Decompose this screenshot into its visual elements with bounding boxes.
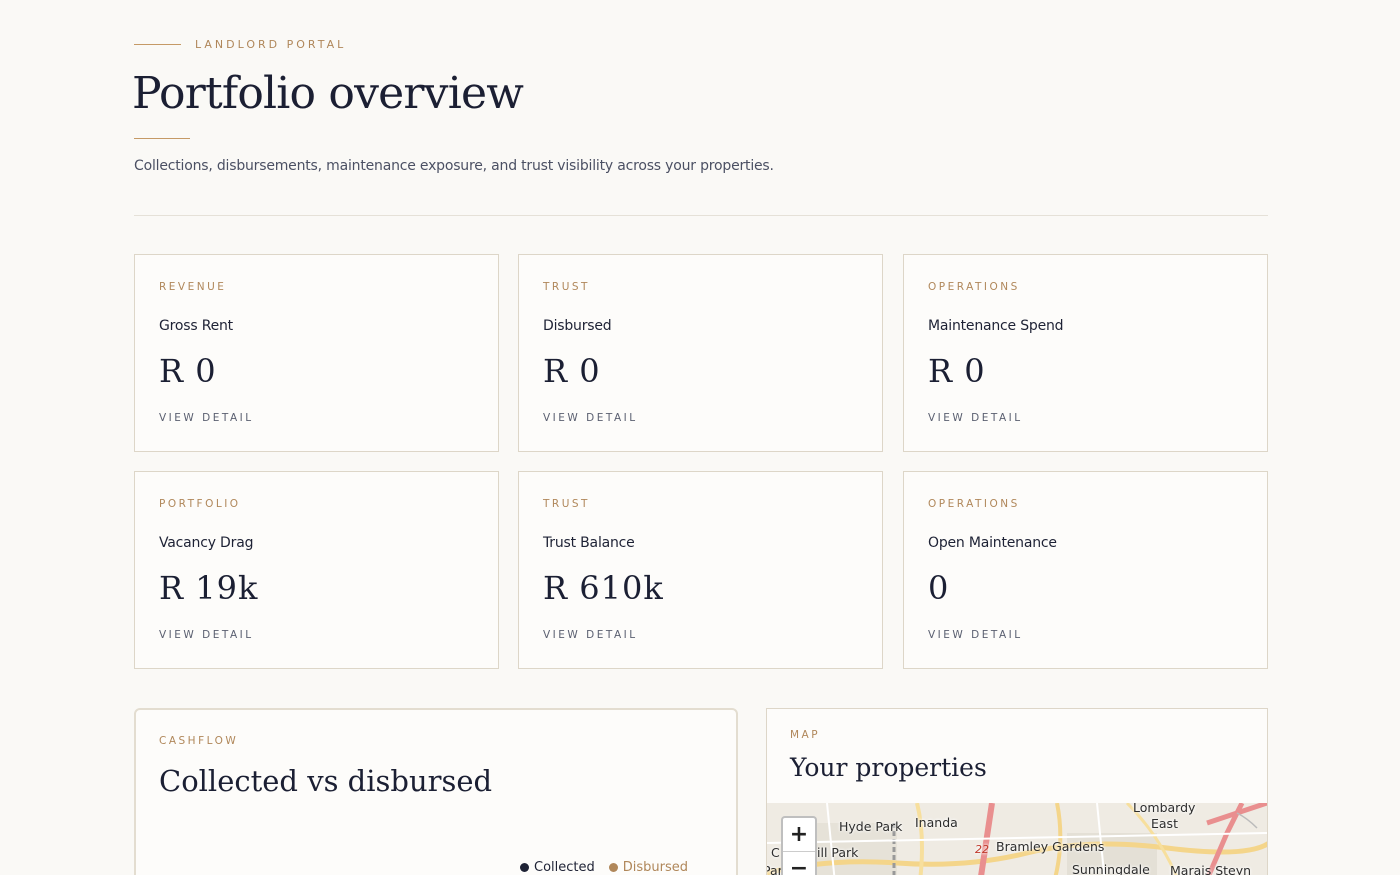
card-category: PORTFOLIO <box>159 498 241 510</box>
legend-item-disbursed[interactable]: Disbursed <box>608 860 689 875</box>
map-label-marais-steyn: Marais Steyn <box>1170 863 1252 875</box>
panel-category: CASHFLOW <box>159 735 239 747</box>
card-category: OPERATIONS <box>928 281 1020 293</box>
panel-category: MAP <box>790 729 821 741</box>
kpi-card-open-maintenance[interactable]: OPERATIONS Open Maintenance 0 VIEW DETAI… <box>903 471 1268 669</box>
map-road-number: 22 <box>975 843 989 856</box>
card-value: 0 <box>928 569 950 607</box>
view-detail-link[interactable]: VIEW DETAIL <box>159 629 254 641</box>
card-value: R 0 <box>928 352 986 390</box>
eyebrow-rule <box>134 44 181 45</box>
view-detail-link[interactable]: VIEW DETAIL <box>159 412 254 424</box>
header-divider <box>134 215 1268 216</box>
map-label-sunningdale: Sunningdale <box>1072 862 1150 875</box>
card-label: Maintenance Spend <box>928 318 1064 334</box>
map-label-ill-park: ill Park <box>817 845 859 860</box>
legend-swatch-disbursed <box>608 863 618 872</box>
cashflow-panel: CASHFLOW Collected vs disbursed Collecte… <box>134 708 738 875</box>
legend-swatch-collected <box>520 863 529 872</box>
properties-map[interactable]: Hyde Park Inanda Lombardy East Bramley G… <box>767 803 1267 875</box>
view-detail-link[interactable]: VIEW DETAIL <box>928 412 1023 424</box>
kpi-card-gross-rent[interactable]: REVENUE Gross Rent R 0 VIEW DETAIL <box>134 254 499 452</box>
card-category: TRUST <box>543 281 590 293</box>
card-label: Gross Rent <box>159 318 233 334</box>
card-value: R 19k <box>159 569 259 607</box>
card-label: Disbursed <box>543 318 612 334</box>
map-label-lombardy: Lombardy <box>1133 803 1196 815</box>
card-value: R 0 <box>543 352 601 390</box>
map-title: Your properties <box>790 753 987 782</box>
card-category: REVENUE <box>159 281 227 293</box>
map-label-east: East <box>1151 816 1178 831</box>
kpi-card-vacancy-drag[interactable]: PORTFOLIO Vacancy Drag R 19k VIEW DETAIL <box>134 471 499 669</box>
card-label: Open Maintenance <box>928 535 1057 551</box>
portal-eyebrow: LANDLORD PORTAL <box>134 38 346 51</box>
title-underline <box>134 138 190 139</box>
card-category: TRUST <box>543 498 590 510</box>
landlord-dashboard: LANDLORD PORTAL Portfolio overview Colle… <box>0 0 1400 875</box>
chart-legend: Collected Disbursed <box>520 860 702 875</box>
map-label-c: C <box>771 845 780 860</box>
map-panel: MAP Your properties Hyde Park Inanda Lom… <box>766 708 1268 875</box>
page-title: Portfolio overview <box>132 68 524 119</box>
map-zoom-control: + − <box>781 816 817 875</box>
kpi-card-maintenance-spend[interactable]: OPERATIONS Maintenance Spend R 0 VIEW DE… <box>903 254 1268 452</box>
card-category: OPERATIONS <box>928 498 1020 510</box>
map-label-hyde-park: Hyde Park <box>839 819 903 834</box>
kpi-card-trust-balance[interactable]: TRUST Trust Balance R 610k VIEW DETAIL <box>518 471 883 669</box>
card-label: Trust Balance <box>543 535 635 551</box>
map-label-inanda: Inanda <box>915 815 958 830</box>
card-value: R 0 <box>159 352 217 390</box>
map-label-bramley-gardens: Bramley Gardens <box>996 839 1105 854</box>
card-value: R 610k <box>543 569 664 607</box>
legend-item-collected[interactable]: Collected <box>520 860 595 875</box>
kpi-card-disbursed[interactable]: TRUST Disbursed R 0 VIEW DETAIL <box>518 254 883 452</box>
zoom-in-button[interactable]: + <box>783 818 815 851</box>
view-detail-link[interactable]: VIEW DETAIL <box>543 412 638 424</box>
page-subtitle: Collections, disbursements, maintenance … <box>134 158 774 174</box>
eyebrow-text: LANDLORD PORTAL <box>195 38 347 51</box>
view-detail-link[interactable]: VIEW DETAIL <box>928 629 1023 641</box>
card-label: Vacancy Drag <box>159 535 254 551</box>
zoom-out-button[interactable]: − <box>783 851 815 875</box>
legend-label-disbursed: Disbursed <box>622 860 689 875</box>
legend-label-collected: Collected <box>534 860 595 875</box>
cashflow-title: Collected vs disbursed <box>159 764 493 798</box>
view-detail-link[interactable]: VIEW DETAIL <box>543 629 638 641</box>
